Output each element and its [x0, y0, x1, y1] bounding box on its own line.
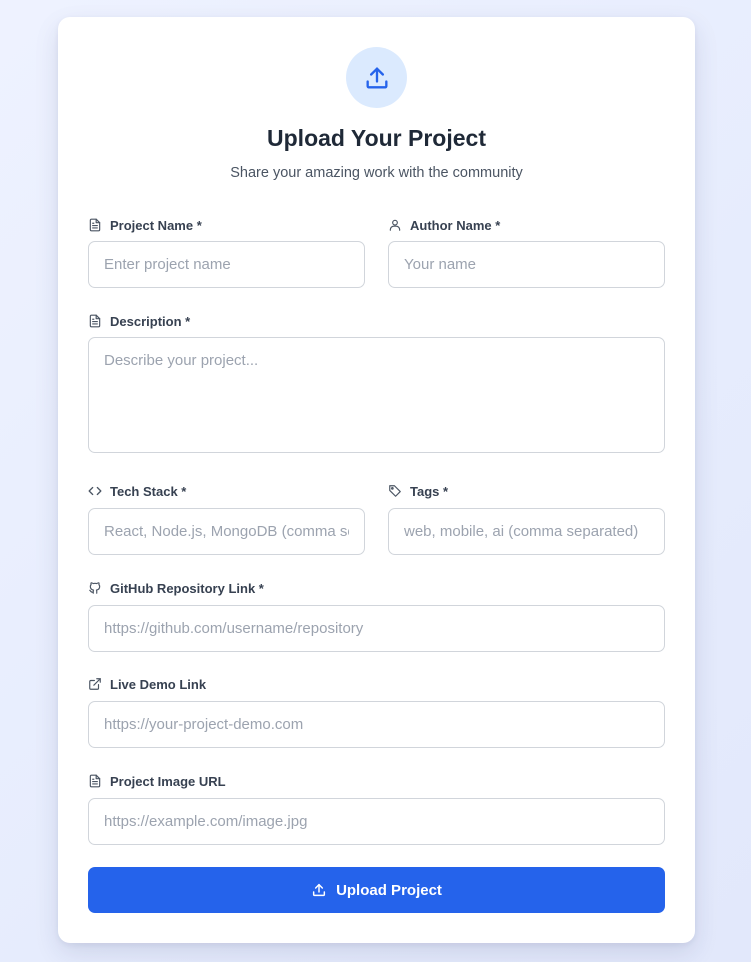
- live-demo-field: Live Demo Link: [88, 675, 665, 748]
- github-input[interactable]: [88, 605, 665, 652]
- document-icon: [88, 774, 102, 788]
- page-subtitle: Share your amazing work with the communi…: [230, 165, 523, 181]
- github-label-text: GitHub Repository Link *: [110, 580, 264, 596]
- document-icon: [88, 314, 102, 328]
- user-icon: [388, 218, 402, 232]
- upload-form-card: Upload Your Project Share your amazing w…: [58, 17, 695, 943]
- tags-label: Tags *: [388, 482, 665, 500]
- description-field: Description *: [88, 312, 665, 453]
- author-name-label: Author Name *: [388, 216, 665, 234]
- github-field: GitHub Repository Link *: [88, 579, 665, 652]
- project-name-input[interactable]: [88, 241, 365, 288]
- code-icon: [88, 484, 102, 498]
- description-label-text: Description *: [110, 313, 191, 329]
- project-name-field: Project Name *: [88, 216, 365, 288]
- image-url-input[interactable]: [88, 798, 665, 845]
- tag-icon: [388, 484, 402, 498]
- tags-label-text: Tags *: [410, 483, 449, 499]
- page-title: Upload Your Project: [267, 125, 486, 151]
- tags-input[interactable]: [388, 508, 665, 555]
- tags-field: Tags *: [388, 482, 665, 555]
- project-name-label: Project Name *: [88, 216, 365, 234]
- tech-stack-label-text: Tech Stack *: [110, 483, 187, 499]
- upload-icon: [311, 882, 327, 898]
- author-name-field: Author Name *: [388, 216, 665, 288]
- author-name-label-text: Author Name *: [410, 217, 501, 233]
- live-demo-input[interactable]: [88, 701, 665, 748]
- project-name-label-text: Project Name *: [110, 217, 202, 233]
- upload-icon: [346, 47, 407, 108]
- document-icon: [88, 218, 102, 232]
- external-link-icon: [88, 677, 102, 691]
- image-url-field: Project Image URL: [88, 772, 665, 845]
- live-demo-label: Live Demo Link: [88, 675, 665, 693]
- github-label: GitHub Repository Link *: [88, 579, 665, 597]
- image-url-label-text: Project Image URL: [110, 773, 226, 789]
- tech-stack-input[interactable]: [88, 508, 365, 555]
- upload-project-button[interactable]: Upload Project: [88, 867, 665, 913]
- tech-stack-label: Tech Stack *: [88, 482, 365, 500]
- description-textarea[interactable]: [88, 337, 665, 453]
- description-label: Description *: [88, 312, 665, 330]
- author-name-input[interactable]: [388, 241, 665, 288]
- tech-stack-field: Tech Stack *: [88, 482, 365, 555]
- image-url-label: Project Image URL: [88, 772, 665, 790]
- github-icon: [88, 581, 102, 595]
- upload-project-button-label: Upload Project: [336, 881, 442, 899]
- live-demo-label-text: Live Demo Link: [110, 676, 207, 692]
